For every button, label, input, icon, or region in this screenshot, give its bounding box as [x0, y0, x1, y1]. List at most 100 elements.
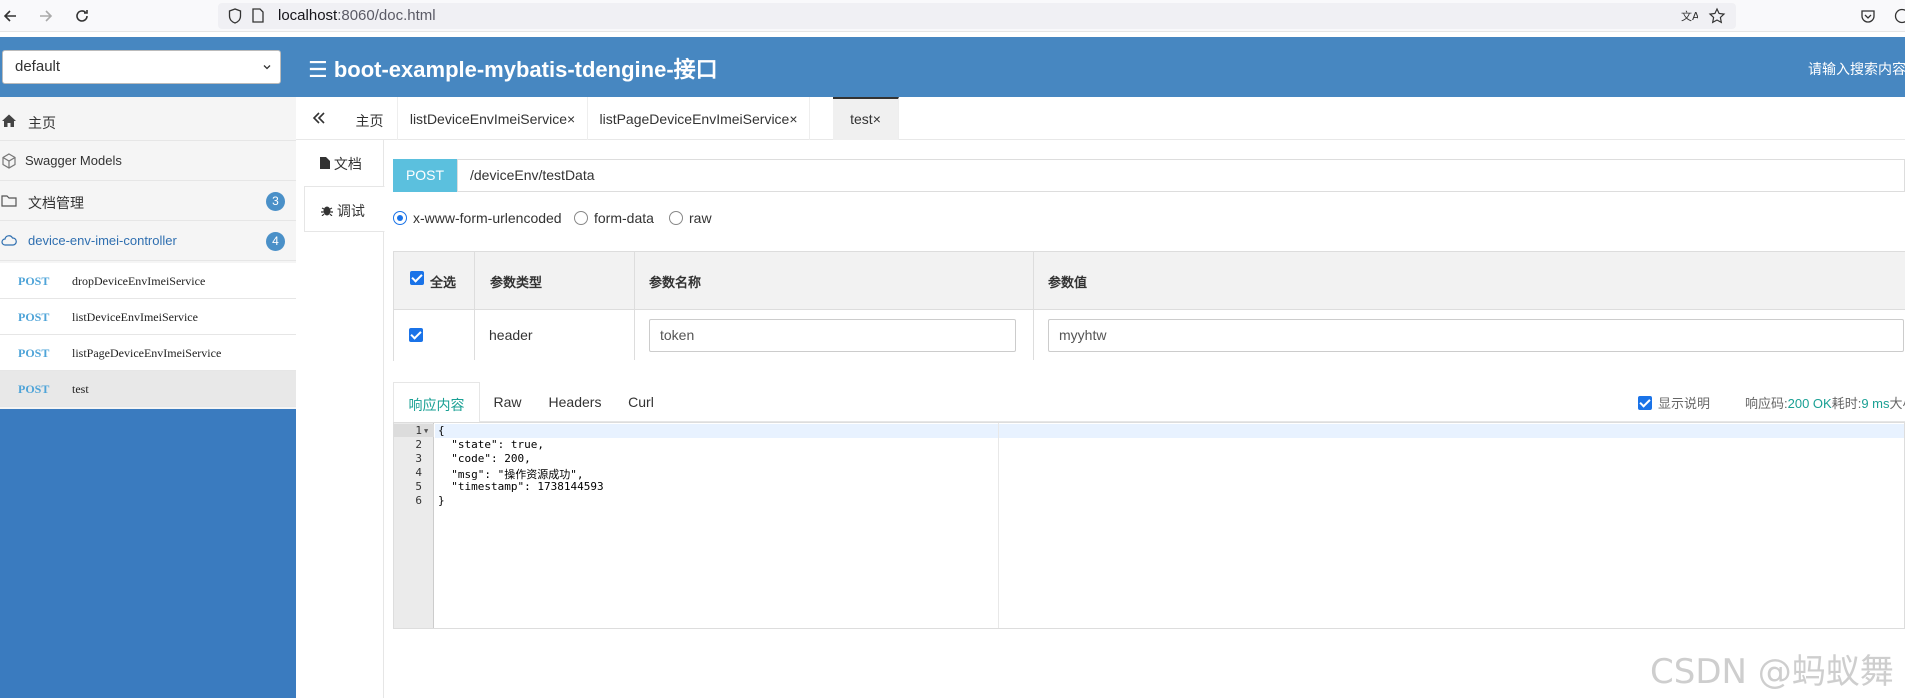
- code-line: "timestamp": 1738144593: [438, 480, 604, 493]
- line-number: 2: [415, 438, 422, 451]
- show-description-checkbox[interactable]: [1638, 395, 1652, 410]
- tab-test[interactable]: test×: [833, 97, 899, 140]
- response-editor[interactable]: 1 ▼ 2 3 4 5 6 { "state": true, "code": 2…: [393, 422, 1905, 629]
- tab-doc[interactable]: 文档: [304, 140, 384, 186]
- show-description-toggle[interactable]: 显示说明: [1638, 393, 1710, 412]
- params-table: 全选 参数类型 参数名称 参数值 header token myyhtw: [393, 251, 1905, 361]
- code-line: "state": true,: [438, 438, 544, 451]
- tab-list-page-device-env-imei-service[interactable]: listPageDeviceEnvImeiService×: [588, 97, 810, 140]
- doc-debug-tabs: 文档 调试: [304, 140, 385, 698]
- method-label: POST: [18, 382, 50, 396]
- svg-text:文A: 文A: [1681, 9, 1698, 23]
- method-label: POST: [18, 274, 50, 288]
- app-header: default ☰ boot-example-mybatis-tdengine-…: [0, 37, 1905, 97]
- pocket-icon[interactable]: [1860, 8, 1876, 27]
- tab-list-device-env-imei-service[interactable]: listDeviceEnvImeiService×: [398, 97, 588, 140]
- request-path-input[interactable]: /deviceEnv/testData: [457, 159, 1905, 192]
- method-badge: POST: [393, 159, 457, 192]
- url-path: :8060/doc.html: [337, 7, 436, 24]
- tab-debug[interactable]: 调试: [304, 186, 385, 232]
- app-title: ☰ boot-example-mybatis-tdengine-接口: [308, 57, 718, 82]
- response-status: 响应码:200 OK耗时:9 ms大小: [1745, 393, 1905, 412]
- page-tabs: 主页 listDeviceEnvImeiService× listPageDev…: [296, 97, 1905, 140]
- row-checkbox[interactable]: [409, 328, 423, 342]
- code-line: "code": 200,: [438, 452, 531, 465]
- time-label: 耗时:: [1831, 396, 1862, 411]
- size-label: 大小: [1889, 396, 1905, 411]
- api-name: listDeviceEnvImeiService: [72, 310, 198, 324]
- radio-raw[interactable]: raw: [669, 210, 712, 226]
- group-select[interactable]: default: [2, 50, 281, 84]
- back-arrow-icon[interactable]: [0, 4, 22, 28]
- active-line-highlight: [435, 424, 1904, 438]
- print-margin: [998, 423, 999, 628]
- sidebar-menu: 主页 Swagger Models 文档管理 3 device-env-imei…: [0, 97, 296, 409]
- header-select-all: 全选: [430, 275, 457, 290]
- url-host: localhost: [278, 7, 338, 24]
- sidebar-item-doc-management[interactable]: 文档管理 3: [0, 181, 296, 221]
- tab-debug-label: 调试: [336, 203, 365, 219]
- select-all-checkbox[interactable]: [410, 271, 424, 285]
- group-select-value: default: [15, 58, 61, 75]
- folder-icon: [1, 193, 17, 209]
- double-chevron-left-icon[interactable]: [312, 109, 326, 130]
- api-name: test: [72, 382, 89, 396]
- bookmark-star-icon[interactable]: [1708, 7, 1726, 28]
- sidebar-item-home[interactable]: 主页: [0, 101, 296, 141]
- account-icon[interactable]: [1894, 8, 1905, 27]
- api-item-test[interactable]: POST test: [0, 371, 296, 407]
- tab-curl[interactable]: Curl: [615, 382, 667, 422]
- sidebar-item-swagger-models[interactable]: Swagger Models: [0, 141, 296, 181]
- url-text: localhost:8060/doc.html: [278, 7, 436, 24]
- sidebar-item-controller[interactable]: device-env-imei-controller 4: [0, 221, 296, 261]
- api-name: listPageDeviceEnvImeiService: [72, 346, 222, 360]
- reload-icon[interactable]: [70, 4, 94, 28]
- method-label: POST: [18, 346, 50, 360]
- watermark: CSDN @蚂蚁舞: [1650, 652, 1894, 692]
- column-divider: [1033, 252, 1034, 360]
- cube-icon: [1, 153, 17, 169]
- column-divider: [634, 252, 635, 360]
- translate-icon[interactable]: 文A: [1680, 7, 1700, 28]
- status-value: 200 OK: [1787, 396, 1832, 411]
- line-number: 4: [415, 466, 422, 479]
- table-row: header token myyhtw: [394, 310, 1905, 361]
- radio-label: x-www-form-urlencoded: [413, 210, 562, 226]
- home-icon: [1, 113, 17, 129]
- column-divider: [474, 252, 475, 360]
- header-param-type: 参数类型: [490, 275, 543, 290]
- tab-response-content[interactable]: 响应内容: [393, 382, 480, 423]
- sidebar-item-label: 文档管理: [28, 195, 84, 211]
- code-line: {: [438, 424, 445, 437]
- param-value-input[interactable]: myyhtw: [1048, 319, 1904, 352]
- param-name-input[interactable]: token: [649, 319, 1016, 352]
- radio-dot: [669, 211, 683, 225]
- radio-label: raw: [689, 210, 712, 226]
- cloud-icon: [1, 233, 17, 249]
- show-description-label: 显示说明: [1658, 396, 1711, 411]
- status-label: 响应码:: [1745, 396, 1788, 411]
- radio-x-www-form-urlencoded[interactable]: x-www-form-urlencoded: [393, 210, 562, 226]
- forward-arrow-icon[interactable]: [34, 4, 58, 28]
- sidebar-item-label: Swagger Models: [25, 153, 122, 168]
- header-param-value: 参数值: [1048, 275, 1088, 290]
- tab-home[interactable]: 主页: [342, 97, 398, 140]
- api-name: dropDeviceEnvImeiService: [72, 274, 206, 288]
- tab-headers[interactable]: Headers: [535, 382, 615, 422]
- method-label: POST: [18, 310, 50, 324]
- tab-raw[interactable]: Raw: [480, 382, 535, 422]
- address-bar[interactable]: localhost:8060/doc.html 文A: [218, 3, 1736, 29]
- radio-dot: [393, 211, 407, 225]
- count-badge: 4: [266, 232, 285, 251]
- table-header: 全选 参数类型 参数名称 参数值: [394, 252, 1905, 310]
- sidebar: 主页 Swagger Models 文档管理 3 device-env-imei…: [0, 97, 296, 698]
- line-number: 6: [415, 494, 422, 507]
- tab-doc-label: 文档: [333, 156, 362, 172]
- api-item-list-device-env-imei-service[interactable]: POST listDeviceEnvImeiService: [0, 299, 296, 335]
- shield-icon[interactable]: [228, 8, 242, 27]
- api-item-drop-device-env-imei-service[interactable]: POST dropDeviceEnvImeiService: [0, 263, 296, 299]
- api-item-list-page-device-env-imei-service[interactable]: POST listPageDeviceEnvImeiService: [0, 335, 296, 371]
- radio-form-data[interactable]: form-data: [574, 210, 654, 226]
- fold-arrow-icon[interactable]: ▼: [424, 427, 428, 435]
- search-input[interactable]: 请输入搜索内容: [1808, 59, 1905, 79]
